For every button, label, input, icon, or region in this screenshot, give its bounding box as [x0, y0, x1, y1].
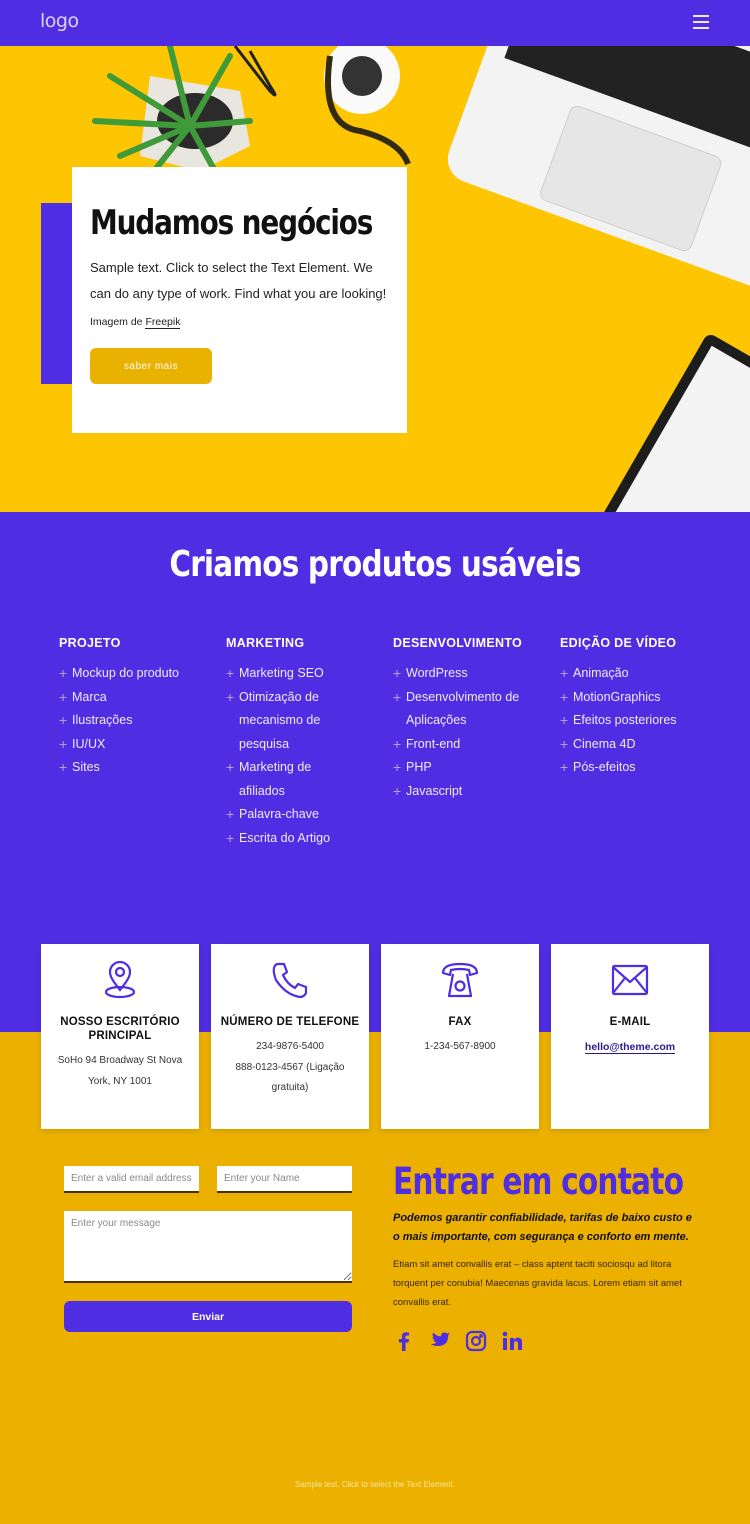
hero-card: Mudamos negócios Sample text. Click to s… — [72, 167, 407, 433]
credit-prefix: Imagem de — [90, 316, 143, 328]
list-item: + PHP — [393, 756, 533, 780]
plus-icon: + — [59, 665, 68, 681]
hero-text: Sample text. Click to select the Text El… — [90, 260, 387, 301]
column-heading: EDIÇÃO DE VÍDEO — [560, 636, 677, 650]
image-credit: Imagem de Freepik — [90, 316, 389, 329]
card-title: E-MAIL — [609, 1016, 651, 1028]
site-header: logo — [0, 0, 750, 46]
fax-telephone-icon — [441, 962, 479, 998]
contact-lead: Podemos garantir confiabilidade, tarifas… — [393, 1212, 692, 1243]
plus-icon: + — [59, 712, 68, 728]
plus-icon: + — [560, 688, 569, 705]
email-card: E-MAIL hello@theme.com — [551, 944, 709, 1129]
paperclip-decoration — [233, 46, 277, 97]
list-item: + Desenvolvimento de Aplicações — [393, 686, 533, 733]
plus-icon: + — [393, 735, 402, 752]
list-item: + Javascript — [393, 780, 533, 804]
send-button[interactable]: Enviar — [64, 1301, 352, 1332]
message-field[interactable] — [64, 1211, 352, 1283]
learn-more-button[interactable]: saber mais — [90, 348, 212, 384]
plus-icon: + — [226, 759, 235, 775]
list-item: + Marketing de afiliados — [226, 756, 336, 803]
accent-bar — [41, 203, 73, 384]
service-column-marketing: MARKETING + Marketing SEO + Otimização de … — [226, 636, 336, 850]
column-heading: MARKETING — [226, 636, 305, 650]
list-item: + Marketing SEO — [226, 662, 336, 686]
plus-icon: + — [393, 782, 402, 799]
plus-icon: + — [59, 735, 68, 752]
list-item: + Pós-efeitos — [560, 756, 720, 780]
contact-info: Entrar em contato Podemos garantir confi… — [393, 1160, 693, 1352]
plus-icon: + — [59, 688, 68, 705]
list-item: + IU/UX — [59, 733, 219, 757]
list-item: + Marca — [59, 686, 219, 710]
services-title: Criamos produtos usáveis — [169, 544, 581, 585]
plus-icon: + — [226, 829, 235, 846]
plus-icon: + — [226, 665, 235, 681]
plus-icon: + — [560, 712, 569, 728]
social-links — [393, 1330, 693, 1352]
name-field[interactable] — [217, 1166, 352, 1193]
phone-card: NÚMERO DE TELEFONE 234-9876-5400 888-0123… — [211, 944, 369, 1129]
list-item: + Escrita do Artigo — [226, 827, 336, 851]
linkedin-icon[interactable] — [501, 1330, 523, 1352]
list-item: + Efeitos posteriores — [560, 709, 720, 733]
instagram-icon[interactable] — [465, 1330, 487, 1352]
contact-title: Entrar em contato — [393, 1160, 684, 1203]
clipboard-decoration — [580, 335, 750, 512]
list-item: + Palavra-chave — [226, 803, 336, 827]
logo[interactable]: logo — [40, 10, 79, 32]
plus-icon: + — [226, 688, 235, 705]
list-item: + Ilustrações — [59, 709, 219, 733]
fax-card: FAX 1-234-567-8900 — [381, 944, 539, 1129]
list-item: + MotionGraphics — [560, 686, 720, 710]
plus-icon: + — [393, 688, 402, 705]
card-title: NOSSO ESCRITÓRIO PRINCIPAL — [60, 1016, 180, 1042]
list-item: + Cinema 4D — [560, 733, 720, 757]
phone-icon — [272, 962, 308, 999]
plus-icon: + — [393, 665, 402, 681]
column-heading: DESENVOLVIMENTO — [393, 636, 523, 650]
freepik-link[interactable]: Freepik — [145, 316, 181, 329]
plus-icon: + — [393, 759, 402, 775]
card-text: 1-234-567-8900 — [424, 1041, 496, 1052]
hero-title: Mudamos negócios — [90, 203, 373, 243]
card-text: SoHo 94 Broadway St Nova York, NY 1001 — [57, 1055, 183, 1087]
list-item: + WordPress — [393, 662, 533, 686]
plant-pot-decoration — [92, 46, 253, 179]
service-column-projeto: PROJETO + Mockup do produto + Marca + Ilust… — [59, 636, 219, 780]
card-title: NÚMERO DE TELEFONE — [220, 1016, 360, 1028]
list-item: + Otimização de mecanismo de pesquisa — [226, 686, 336, 757]
plus-icon: + — [560, 735, 569, 752]
location-pin-icon — [104, 960, 136, 999]
plus-icon: + — [59, 759, 68, 775]
office-card: NOSSO ESCRITÓRIO PRINCIPAL SoHo 94 Broad… — [41, 944, 199, 1129]
column-heading: PROJETO — [59, 636, 121, 650]
card-title: FAX — [448, 1016, 472, 1028]
twitter-icon[interactable] — [429, 1330, 451, 1352]
list-item: + Front-end — [393, 733, 533, 757]
facebook-icon[interactable] — [393, 1330, 415, 1352]
service-column-desenvolvimento: DESENVOLVIMENTO + WordPress + Desenvolvime… — [393, 636, 533, 803]
laptop-decoration — [447, 46, 750, 290]
plus-icon: + — [560, 759, 569, 775]
email-link[interactable]: hello@theme.com — [584, 1041, 676, 1054]
envelope-icon — [611, 964, 649, 996]
card-text: hello@theme.com — [551, 1037, 709, 1059]
list-item: + Mockup do produto — [59, 662, 219, 686]
list-item: + Sites — [59, 756, 219, 780]
email-field[interactable] — [64, 1166, 199, 1193]
list-item: + Animação — [560, 662, 720, 686]
plus-icon: + — [226, 806, 235, 822]
hamburger-menu-icon[interactable] — [693, 15, 709, 30]
service-column-edicao-de-video: EDIÇÃO DE VÍDEO + Animação + MotionGraphic… — [560, 636, 720, 780]
hero-section: Mudamos negócios Sample text. Click to s… — [0, 46, 750, 512]
plus-icon: + — [560, 665, 569, 681]
footer-text: Sample text. Click to select the Text El… — [295, 1480, 455, 1489]
card-text: 234-9876-5400 888-0123-4567 (Ligação grat… — [235, 1041, 345, 1093]
tape-decoration — [324, 46, 411, 166]
contact-body: Etiam sit amet convallis erat – class ap… — [393, 1259, 682, 1308]
